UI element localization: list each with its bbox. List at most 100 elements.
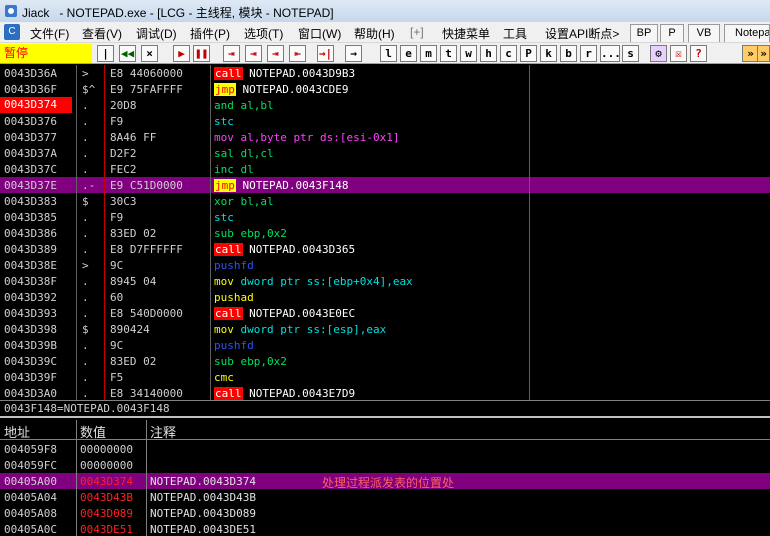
stack-value[interactable]: 0043D374 xyxy=(80,475,133,488)
stack-row[interactable]: 00405A08 0043D089 NOTEPAD.0043D089 xyxy=(0,505,770,521)
close-icon[interactable]: × xyxy=(141,45,158,62)
instruction-address[interactable]: 0043D376 xyxy=(4,115,57,128)
step-into-icon[interactable]: ⇥ xyxy=(223,45,240,62)
handles-button[interactable]: h xyxy=(480,45,497,62)
stack-pane[interactable]: 地址 数值 注释 004059F8 00000000 004059FC 0000000… xyxy=(0,420,770,536)
menu-set-api-breakpoint[interactable]: 设置API断点> xyxy=(545,25,619,42)
menu-shortcuts[interactable]: 快捷菜单 xyxy=(442,25,490,42)
windows-button[interactable]: w xyxy=(460,45,477,62)
disasm-row[interactable]: 0043D385. F9 stc xyxy=(0,209,770,225)
restart-icon[interactable]: |◀◀ xyxy=(97,45,114,75)
options-icon[interactable]: ☒ xyxy=(670,45,687,62)
instruction-address[interactable]: 0043D385 xyxy=(4,211,57,224)
instruction-address[interactable]: 0043D39B xyxy=(4,339,57,352)
instruction-address[interactable]: 0043D37A xyxy=(4,147,57,160)
disasm-row[interactable]: 0043D376. F9 stc xyxy=(0,113,770,129)
instruction-address[interactable]: 0043D389 xyxy=(4,243,57,256)
plugin-icon-2[interactable]: » xyxy=(757,45,770,62)
menu-options[interactable]: 选项(T) xyxy=(244,25,283,42)
disasm-row[interactable]: 0043D383 $30C3 xor bl,al xyxy=(0,193,770,209)
disasm-row[interactable]: 0043D398 $890424 mov dword ptr ss:[esp],ea… xyxy=(0,321,770,337)
stack-row[interactable]: 00405A04 0043D43B NOTEPAD.0043D43B xyxy=(0,489,770,505)
step-over-icon[interactable]: ⇥ xyxy=(245,45,262,62)
menu-window[interactable]: 窗口(W) xyxy=(298,25,341,42)
threads-button[interactable]: t xyxy=(440,45,457,62)
stack-address[interactable]: 004059FC xyxy=(4,459,57,472)
disasm-row[interactable]: 0043D38F. 8945 04 mov dword ptr ss:[ebp+0x… xyxy=(0,273,770,289)
instruction-address[interactable]: 0043D38E xyxy=(4,259,57,272)
disasm-row[interactable]: 0043D37C. FEC2 inc dl xyxy=(0,161,770,177)
instruction-address[interactable]: 0043D36F xyxy=(4,83,57,96)
header-comment[interactable]: 注释 xyxy=(150,422,176,441)
call-stack-button[interactable]: k xyxy=(540,45,557,62)
menu-file[interactable]: 文件(F) xyxy=(30,25,69,42)
disasm-row[interactable]: 0043D393. E8 540D0000 call NOTEPAD.0043E0E… xyxy=(0,305,770,321)
disasm-row[interactable]: 0043D377. 8A46 FF mov al,byte ptr ds:[esi-… xyxy=(0,129,770,145)
patches-button[interactable]: P xyxy=(520,45,537,62)
disasm-row[interactable]: 0043D39F. F5 cmc xyxy=(0,369,770,385)
goto-icon[interactable]: → xyxy=(345,45,362,62)
instruction-address[interactable]: 0043D393 xyxy=(4,307,57,320)
menu-debug[interactable]: 调试(D) xyxy=(136,25,177,42)
p-button[interactable]: P xyxy=(660,24,684,43)
breakpoints-button[interactable]: b xyxy=(560,45,577,62)
trace-into-icon[interactable]: ⇥ xyxy=(267,45,284,62)
stack-row[interactable]: 004059F8 00000000 xyxy=(0,441,770,457)
disasm-row[interactable]: 0043D38E >9C pushfd xyxy=(0,257,770,273)
stack-value[interactable]: 0043D089 xyxy=(80,507,133,520)
header-value[interactable]: 数值 xyxy=(80,422,106,441)
menu-tools[interactable]: 工具 xyxy=(503,25,527,42)
disasm-row[interactable]: 0043D374. 20D8 and al,bl xyxy=(0,97,770,113)
instruction-address[interactable]: 0043D383 xyxy=(4,195,57,208)
menu-plugins[interactable]: 插件(P) xyxy=(190,25,230,42)
instruction-address[interactable]: 0043D386 xyxy=(4,227,57,240)
source-button[interactable]: s xyxy=(622,45,639,62)
disassembly-pane[interactable]: 0043D36A > E8 44060000 call NOTEPAD.0043D9B… xyxy=(0,65,770,400)
stack-address[interactable]: 00405A00 xyxy=(4,475,57,488)
disasm-row[interactable]: 0043D37A. D2F2 sal dl,cl xyxy=(0,145,770,161)
stack-address[interactable]: 00405A08 xyxy=(4,507,57,520)
help-icon[interactable]: ? xyxy=(690,45,707,62)
header-address[interactable]: 地址 xyxy=(4,422,30,441)
disasm-row[interactable]: 0043D386. 83ED 02 sub ebp,0x2 xyxy=(0,225,770,241)
stack-address[interactable]: 004059F8 xyxy=(4,443,57,456)
disasm-row[interactable]: 0043D36A > E8 44060000 call NOTEPAD.0043D9B… xyxy=(0,65,770,81)
disasm-row[interactable]: 0043D39B. 9C pushfd xyxy=(0,337,770,353)
menu-plus[interactable]: [+] xyxy=(410,25,424,39)
references-button[interactable]: r xyxy=(580,45,597,62)
settings-icon[interactable]: ⚙ xyxy=(650,45,667,62)
disasm-row[interactable]: 0043D37E .- E9 C51D0000 jmp NOTEPAD.0043F14… xyxy=(0,177,770,193)
instruction-address[interactable]: 0043D37C xyxy=(4,163,57,176)
menu-view[interactable]: 查看(V) xyxy=(82,25,122,42)
disasm-row[interactable]: 0043D3A0. E8 34140000 call NOTEPAD.0043E7D… xyxy=(0,385,770,400)
trace-over-icon[interactable]: ⇤ xyxy=(289,45,306,62)
run-trace-button[interactable]: ... xyxy=(600,45,621,62)
log-button[interactable]: l xyxy=(380,45,397,62)
bp-button[interactable]: BP xyxy=(630,24,658,43)
notepad-tab[interactable]: Notepa xyxy=(724,24,770,43)
instruction-address[interactable]: 0043D38F xyxy=(4,275,57,288)
stack-row[interactable]: 00405A00 0043D374 NOTEPAD.0043D374 处理过程派发表的… xyxy=(0,473,770,490)
memory-map-button[interactable]: m xyxy=(420,45,437,62)
instruction-address[interactable]: 0043D377 xyxy=(4,131,57,144)
menu-help[interactable]: 帮助(H) xyxy=(354,25,395,42)
instruction-address[interactable]: 0043D392 xyxy=(4,291,57,304)
instruction-address[interactable]: 0043D398 xyxy=(4,323,57,336)
disasm-row[interactable]: 0043D392. 60 pushad xyxy=(0,289,770,305)
rewind-icon[interactable]: ◀◀ xyxy=(119,45,136,62)
stack-address[interactable]: 00405A04 xyxy=(4,491,57,504)
stack-value[interactable]: 0043DE51 xyxy=(80,523,133,536)
disasm-row[interactable]: 0043D36F $^ E9 75FAFFFF jmp NOTEPAD.0043CDE… xyxy=(0,81,770,97)
stack-address[interactable]: 00405A0C xyxy=(4,523,57,536)
instruction-address[interactable]: 0043D39F xyxy=(4,371,57,384)
vb-button[interactable]: VB xyxy=(688,24,720,43)
disasm-row[interactable]: 0043D389. E8 D7FFFFFF call NOTEPAD.0043D36… xyxy=(0,241,770,257)
disasm-row[interactable]: 0043D39C. 83ED 02 sub ebp,0x2 xyxy=(0,353,770,369)
stack-row[interactable]: 00405A0C 0043DE51 NOTEPAD.0043DE51 xyxy=(0,521,770,536)
stack-value[interactable]: 0043D43B xyxy=(80,491,133,504)
cpu-button[interactable]: c xyxy=(500,45,517,62)
stack-value[interactable]: 00000000 xyxy=(80,459,133,472)
instruction-address[interactable]: 0043D3A0 xyxy=(4,387,57,400)
system-menu-icon[interactable]: C xyxy=(4,24,20,40)
execute-till-return-icon[interactable]: →| xyxy=(317,45,334,62)
